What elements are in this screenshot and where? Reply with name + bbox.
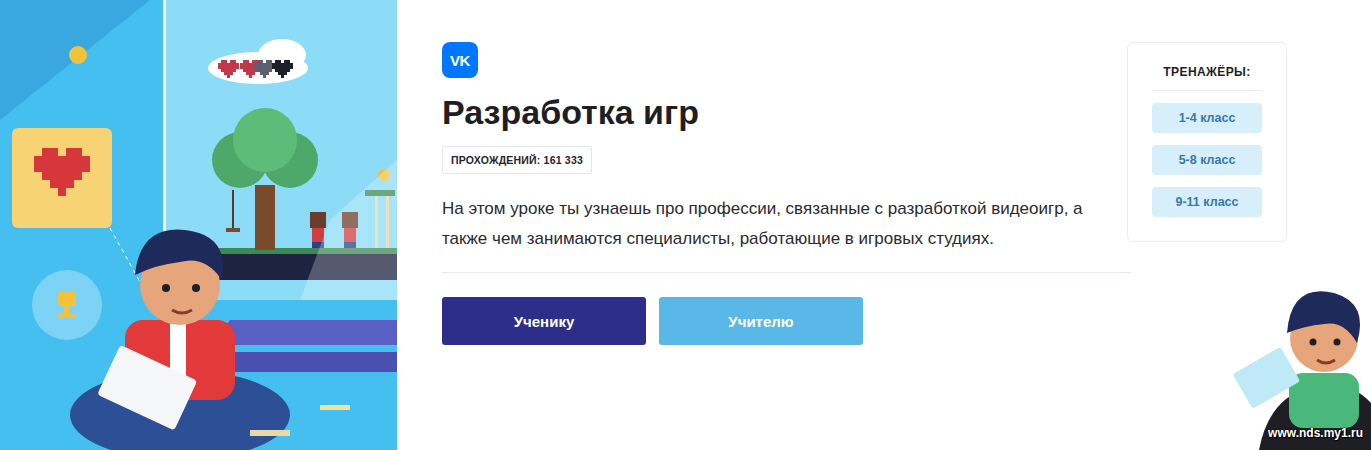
lesson-info: VKРазработка игрПРОХОЖДЕНИЙ: 161 333На э… (397, 0, 1086, 450)
lesson-description: На этом уроке ты узнаешь про профессии, … (442, 194, 1102, 254)
trainers-card: ТРЕНАЖЁРЫ: 1-4 класс 5-8 класс 9-11 класс (1127, 42, 1287, 242)
heart-icon (272, 60, 293, 78)
corner-illustration (1229, 278, 1371, 450)
game-illustration (0, 0, 397, 450)
trainers-title: ТРЕНАЖЁРЫ: (1152, 65, 1262, 91)
illustration-panel (0, 0, 397, 450)
vk-logo-icon: VK (442, 42, 478, 78)
grade-button[interactable]: 5-8 класс (1152, 145, 1262, 175)
role-buttons: Ученику Учителю (442, 297, 863, 345)
lesson-title: Разработка игр (442, 92, 699, 132)
boy-illustration (1229, 278, 1371, 450)
heart-icon (240, 60, 261, 78)
heart-icon (218, 60, 239, 78)
primary-button[interactable]: Ученику (442, 297, 646, 345)
grade-button[interactable]: 9-11 класс (1152, 187, 1262, 217)
watermark: www.nds.my1.ru (1268, 426, 1363, 440)
grade-button[interactable]: 1-4 класс (1152, 103, 1262, 133)
trainers-list: 1-4 класс 5-8 класс 9-11 класс (1152, 103, 1262, 217)
heart-icon (34, 148, 90, 196)
heart-icon (254, 60, 275, 78)
completions-badge: ПРОХОЖДЕНИЙ: 161 333 (442, 146, 592, 174)
secondary-button[interactable]: Учителю (659, 297, 863, 345)
divider (442, 272, 1131, 273)
lesson-page: VK Разработка игр ПРОХОЖДЕНИЙ: 161 333 На э… (0, 0, 1371, 450)
